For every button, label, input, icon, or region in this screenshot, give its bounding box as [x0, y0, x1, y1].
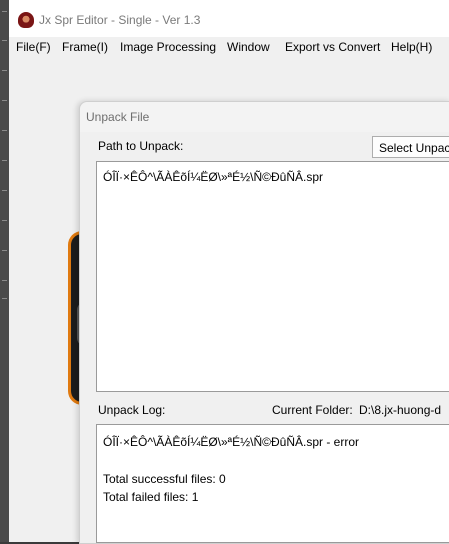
log-line: ÓÎÏ·×ÊÔ^\ÃÀÊõÍ¼ËØ\»ªÉ½\Ñ©ÐûÑÂ.spr - erro… — [103, 435, 359, 449]
menu-window[interactable]: Window — [227, 40, 270, 54]
current-folder-value: D:\8.jx-huong-d — [359, 403, 442, 417]
title-bar: Jx Spr Editor - Single - Ver 1.3 — [9, 0, 449, 37]
select-unpack-button[interactable]: Select Unpac — [372, 136, 449, 158]
unpack-log-box[interactable]: ÓÎÏ·×ÊÔ^\ÃÀÊõÍ¼ËØ\»ªÉ½\Ñ©ÐûÑÂ.spr - erro… — [96, 424, 449, 543]
menu-bar: File(F) Frame(I) Image Processing Window… — [9, 37, 449, 59]
unpack-log-label: Unpack Log: — [98, 403, 166, 417]
menu-export-convert[interactable]: Export vs Convert — [285, 40, 380, 54]
desktop-edge — [0, 0, 9, 542]
menu-file[interactable]: File(F) — [16, 40, 51, 54]
menu-help[interactable]: Help(H) — [391, 40, 432, 54]
log-line-failed-count: Total failed files: 1 — [103, 490, 199, 504]
menu-frame[interactable]: Frame(I) — [62, 40, 108, 54]
unpack-file-dialog: Unpack File Path to Unpack: Select Unpac… — [79, 101, 449, 544]
select-unpack-button-label: Select Unpac — [379, 141, 449, 155]
menu-image-processing[interactable]: Image Processing — [120, 40, 216, 54]
path-entry: ÓÎÏ·×ÊÔ^\ÃÀÊõÍ¼ËØ\»ªÉ½\Ñ©ÐûÑÂ.spr — [103, 170, 323, 184]
dialog-title: Unpack File — [86, 110, 150, 124]
path-list-box[interactable]: ÓÎÏ·×ÊÔ^\ÃÀÊõÍ¼ËØ\»ªÉ½\Ñ©ÐûÑÂ.spr — [96, 161, 449, 392]
app-icon — [18, 12, 34, 28]
path-to-unpack-label: Path to Unpack: — [98, 139, 184, 153]
dialog-title-bar: Unpack File — [80, 102, 449, 132]
current-folder-label: Current Folder: — [272, 403, 353, 417]
window-title: Jx Spr Editor - Single - Ver 1.3 — [39, 13, 201, 27]
log-line-success-count: Total successful files: 0 — [103, 472, 226, 486]
